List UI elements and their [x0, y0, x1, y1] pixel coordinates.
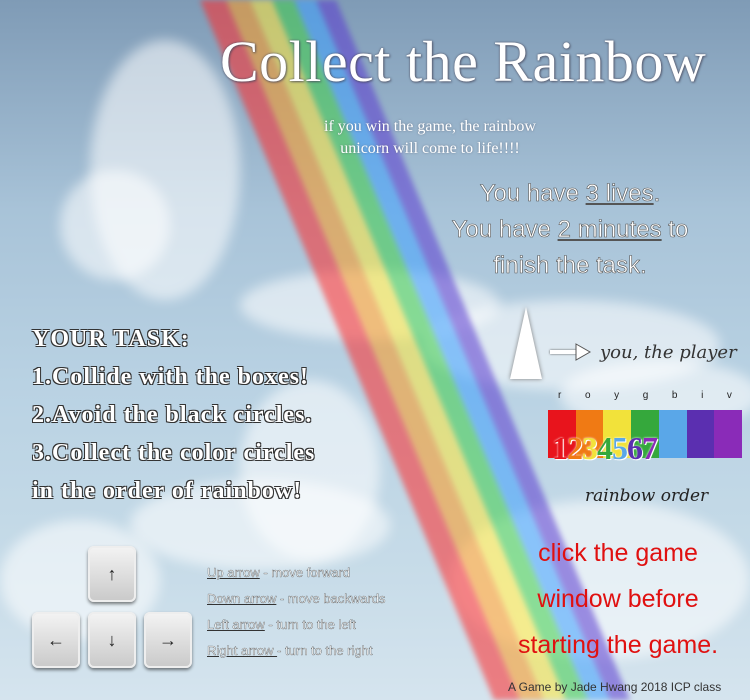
controls-legend: Up arrow - move forward Down arrow - mov…: [207, 560, 386, 664]
up-arrow-icon: ↑: [107, 563, 117, 584]
rainbow-digit: 4: [597, 430, 613, 466]
up-arrow-key[interactable]: ↑: [88, 546, 136, 602]
control-key: Up arrow: [207, 565, 260, 580]
game-title: Collect the Rainbow: [220, 29, 707, 94]
right-arrow-key[interactable]: →: [144, 612, 192, 668]
task-item: 1.Collide with the boxes!: [32, 364, 309, 390]
lives-count: 3 lives: [585, 180, 654, 208]
click-instruction-line: click the game: [538, 539, 698, 567]
task-item: 3.Collect the color circles: [32, 440, 316, 466]
control-row: Down arrow - move backwards: [207, 586, 386, 612]
down-arrow-key[interactable]: ↓: [88, 612, 136, 668]
rainbow-digits: 1234567: [552, 430, 746, 467]
subtitle: if you win the game, the rainbow unicorn…: [300, 116, 560, 160]
control-desc: - turn to the right: [277, 643, 373, 658]
control-desc: - move backwards: [276, 591, 386, 606]
player-triangle-icon: [510, 307, 542, 379]
rainbow-letter: r: [558, 390, 562, 401]
task-instructions: YOUR TASK: 1.Collide with the boxes! 2.A…: [32, 320, 342, 510]
subtitle-line-1: if you win the game, the rainbow: [324, 118, 536, 135]
rainbow-letter: b: [671, 390, 678, 401]
rainbow-letter: o: [584, 390, 591, 401]
click-instruction-line: window before: [537, 585, 699, 613]
player-label: you, the player: [600, 342, 737, 363]
lives-text-post: .: [653, 180, 661, 208]
lives-info: You have 3 lives. You have 2 minutes to …: [420, 176, 720, 284]
rainbow-letters: r o y g b i v: [548, 390, 742, 401]
click-instruction-line: starting the game.: [517, 631, 719, 659]
subtitle-line-2: unicorn will come to life!!!!: [340, 140, 520, 157]
rainbow-letter: g: [642, 390, 649, 401]
rainbow-digit: 2: [567, 430, 583, 466]
rainbow-digit: 3: [582, 430, 598, 466]
rainbow-letter: v: [726, 390, 732, 401]
control-row: Right arrow - turn to the right: [207, 638, 385, 664]
rainbow-digit: 1: [552, 430, 568, 466]
left-arrow-icon: ←: [47, 629, 65, 650]
time-text-end: finish the task.: [493, 252, 647, 280]
right-arrow-icon: →: [159, 629, 177, 650]
rainbow-letter: i: [701, 390, 704, 401]
click-instruction: click the game window before starting th…: [508, 530, 728, 668]
task-item: 2.Avoid the black circles.: [32, 402, 313, 428]
footer-credit: A Game by Jade Hwang 2018 ICP class: [508, 680, 722, 694]
down-arrow-icon: ↓: [107, 629, 117, 650]
left-arrow-key[interactable]: ←: [32, 612, 80, 668]
rainbow-digit: 7: [642, 430, 658, 466]
control-row: Up arrow - move forward: [207, 560, 385, 586]
time-text-post: to: [661, 216, 689, 244]
control-key: Right arrow: [207, 643, 278, 658]
time-limit: 2 minutes: [557, 216, 662, 244]
control-desc: - move forward: [259, 565, 351, 580]
rainbow-digit: 6: [627, 430, 643, 466]
control-desc: - turn to the left: [264, 617, 356, 632]
task-heading: YOUR TASK:: [32, 326, 190, 352]
control-key: Down arrow: [207, 591, 277, 606]
control-row: Left arrow - turn to the left: [207, 612, 385, 638]
rainbow-digit: 5: [612, 430, 628, 466]
lives-text-pre: You have: [479, 180, 586, 208]
right-arrow-icon: [550, 343, 592, 361]
rainbow-letter: y: [614, 390, 620, 401]
task-item: in the order of rainbow!: [32, 478, 303, 504]
rainbow-order-label: rainbow order: [585, 486, 709, 506]
time-text-pre: You have: [451, 216, 558, 244]
control-key: Left arrow: [207, 617, 265, 632]
